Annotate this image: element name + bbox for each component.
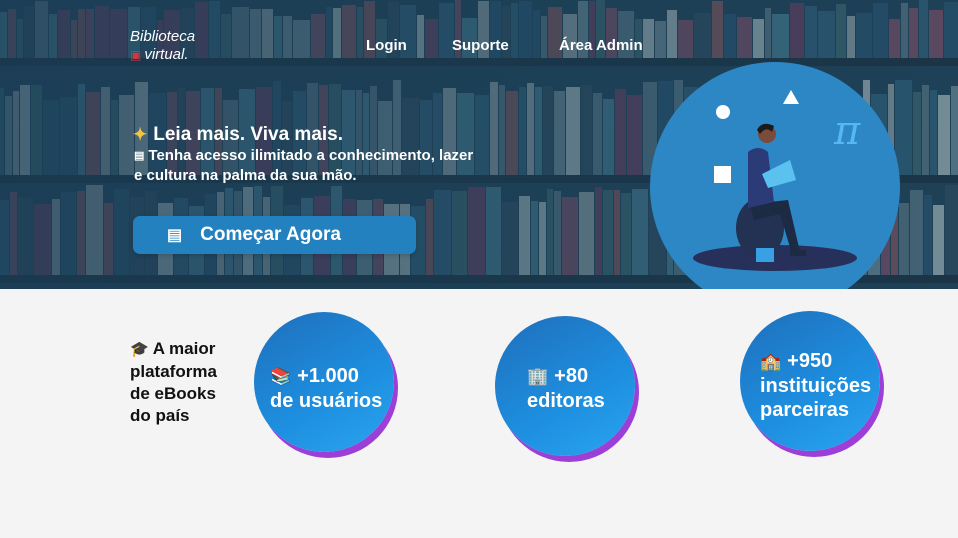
person-shoe (790, 250, 806, 256)
nav-admin[interactable]: Área Admin (559, 37, 643, 54)
books-icon: 📚 (270, 367, 292, 386)
stat-publishers: 🏢 +80 editoras (527, 364, 605, 413)
pi-symbol: π (833, 108, 861, 154)
stat-value: +1.000 (297, 365, 359, 387)
sparkles-icon: ✦ (133, 125, 148, 144)
hero-headline: ✦ Leia mais. Viva mais. (133, 124, 343, 146)
stat-institutions: 🏫 +950 instituições parceiras (760, 349, 880, 422)
books-logo-icon: ▣ (130, 48, 142, 62)
graduation-cap-icon: 🎓 (130, 341, 149, 358)
brand-logo[interactable]: Biblioteca ▣ virtual. (130, 28, 195, 64)
hero-subtitle-text: Tenha acesso ilimitado a conhecimento, l… (134, 147, 474, 184)
square-shape (714, 166, 731, 183)
stats-heading: 🎓 A maior plataforma de eBooks do país (130, 338, 240, 427)
stat-value: +80 (554, 365, 589, 387)
start-now-label: Começar Agora (200, 224, 341, 245)
stat-value: +950 (787, 350, 833, 372)
brand-tagline: virtual. (144, 46, 189, 63)
nav-login[interactable]: Login (366, 37, 407, 54)
reading-person-illustration: π (693, 90, 861, 271)
brand-name: Biblioteca (130, 28, 196, 45)
stat-label: de usuários (270, 390, 383, 412)
school-icon: 🏫 (760, 352, 782, 371)
open-book-icon: ▤ (134, 150, 145, 162)
book-stack (756, 248, 774, 262)
triangle-shape (783, 90, 799, 104)
stat-users: 📚 +1.000 de usuários (270, 364, 382, 413)
stat-label: editoras (527, 390, 605, 412)
open-book-icon: ▤ (167, 227, 183, 244)
circle-shape (716, 105, 730, 119)
hero-section: Biblioteca ▣ virtual. Login Suporte Área … (0, 0, 958, 289)
hero-subtitle: ▤ Tenha acesso ilimitado a conhecimento, … (134, 146, 484, 185)
hero-headline-text: Leia mais. Viva mais. (153, 124, 344, 145)
office-building-icon: 🏢 (527, 367, 549, 386)
stat-label: instituições parceiras (760, 375, 872, 421)
start-now-button[interactable]: ▤ Começar Agora (133, 216, 416, 254)
nav-support[interactable]: Suporte (452, 37, 509, 54)
